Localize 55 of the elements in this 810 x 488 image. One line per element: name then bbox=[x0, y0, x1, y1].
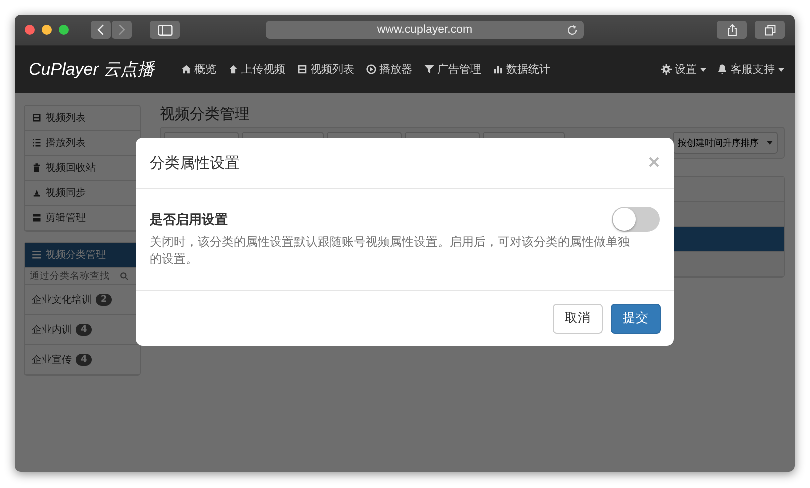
chevron-right-icon bbox=[118, 24, 126, 36]
nav-link[interactable]: 数据统计 bbox=[492, 62, 551, 77]
count-badge: 4 bbox=[76, 354, 92, 366]
forward-button[interactable] bbox=[112, 21, 132, 39]
brand-logo[interactable]: CuPlayer 云点播 bbox=[29, 58, 155, 81]
sidebar-toggle-button[interactable] bbox=[150, 21, 180, 39]
page-title: 视频分类管理 bbox=[160, 105, 251, 125]
table-cell[interactable] bbox=[674, 202, 784, 226]
reload-icon[interactable] bbox=[567, 24, 578, 36]
caret-icon bbox=[700, 68, 707, 72]
caret-icon bbox=[778, 68, 785, 72]
sidebar-icon bbox=[158, 24, 172, 36]
sidebar-item[interactable]: 视频列表 bbox=[25, 106, 140, 131]
home-icon bbox=[180, 64, 192, 75]
table-cell[interactable] bbox=[674, 252, 784, 276]
search-field[interactable]: 通过分类名称查找 bbox=[25, 268, 140, 285]
menu-icon bbox=[32, 250, 42, 260]
share-icon bbox=[726, 24, 738, 36]
nav-link[interactable]: 播放器 bbox=[366, 62, 413, 77]
count-badge: 4 bbox=[76, 324, 92, 336]
nav-link[interactable]: 上传视频 bbox=[228, 62, 286, 77]
tabs-icon bbox=[764, 24, 776, 36]
list-icon bbox=[32, 138, 42, 148]
tabs-button[interactable] bbox=[755, 21, 785, 39]
sort-select[interactable]: 按创建时间升序排序 bbox=[673, 132, 778, 154]
minimize-window-button[interactable] bbox=[42, 25, 52, 35]
close-window-button[interactable] bbox=[25, 25, 35, 35]
table-cell[interactable] bbox=[674, 227, 784, 251]
settings-icon bbox=[661, 64, 672, 75]
submit-button[interactable]: 提交 bbox=[611, 304, 661, 334]
back-button[interactable] bbox=[91, 21, 111, 39]
share-button[interactable] bbox=[717, 21, 747, 39]
chevron-left-icon bbox=[97, 24, 105, 36]
bell-icon bbox=[717, 64, 728, 75]
filter-icon bbox=[424, 64, 435, 75]
play-icon bbox=[366, 64, 377, 75]
count-badge: 2 bbox=[96, 294, 112, 306]
caret-icon bbox=[767, 141, 773, 145]
nav-link[interactable]: 视频列表 bbox=[296, 62, 355, 77]
nav-menu[interactable]: 设置 bbox=[661, 62, 707, 77]
bar-chart-icon bbox=[492, 64, 504, 75]
toggle-switch[interactable] bbox=[612, 207, 660, 232]
setting-description: 关闭时，该分类的属性设置默认跟随账号视频属性设置。启用后，可对该分类的属性做单独的设置。 bbox=[150, 234, 631, 268]
nav-menu[interactable]: 客服支持 bbox=[717, 62, 785, 77]
nav-link[interactable]: 概览 bbox=[180, 62, 217, 77]
dialog-title: 分类属性设置 bbox=[150, 154, 240, 172]
nav-link[interactable]: 广告管理 bbox=[424, 62, 482, 77]
setting-label: 是否启用设置 bbox=[150, 212, 228, 228]
panel-icon bbox=[32, 213, 42, 223]
address-bar[interactable]: www.cuplayer.com bbox=[266, 21, 584, 39]
search-icon bbox=[120, 272, 129, 280]
zoom-window-button[interactable] bbox=[59, 25, 69, 35]
cancel-button[interactable]: 取消 bbox=[553, 304, 603, 334]
trash-icon bbox=[32, 163, 42, 173]
category-item[interactable]: 企业宣传 4 bbox=[25, 345, 140, 375]
